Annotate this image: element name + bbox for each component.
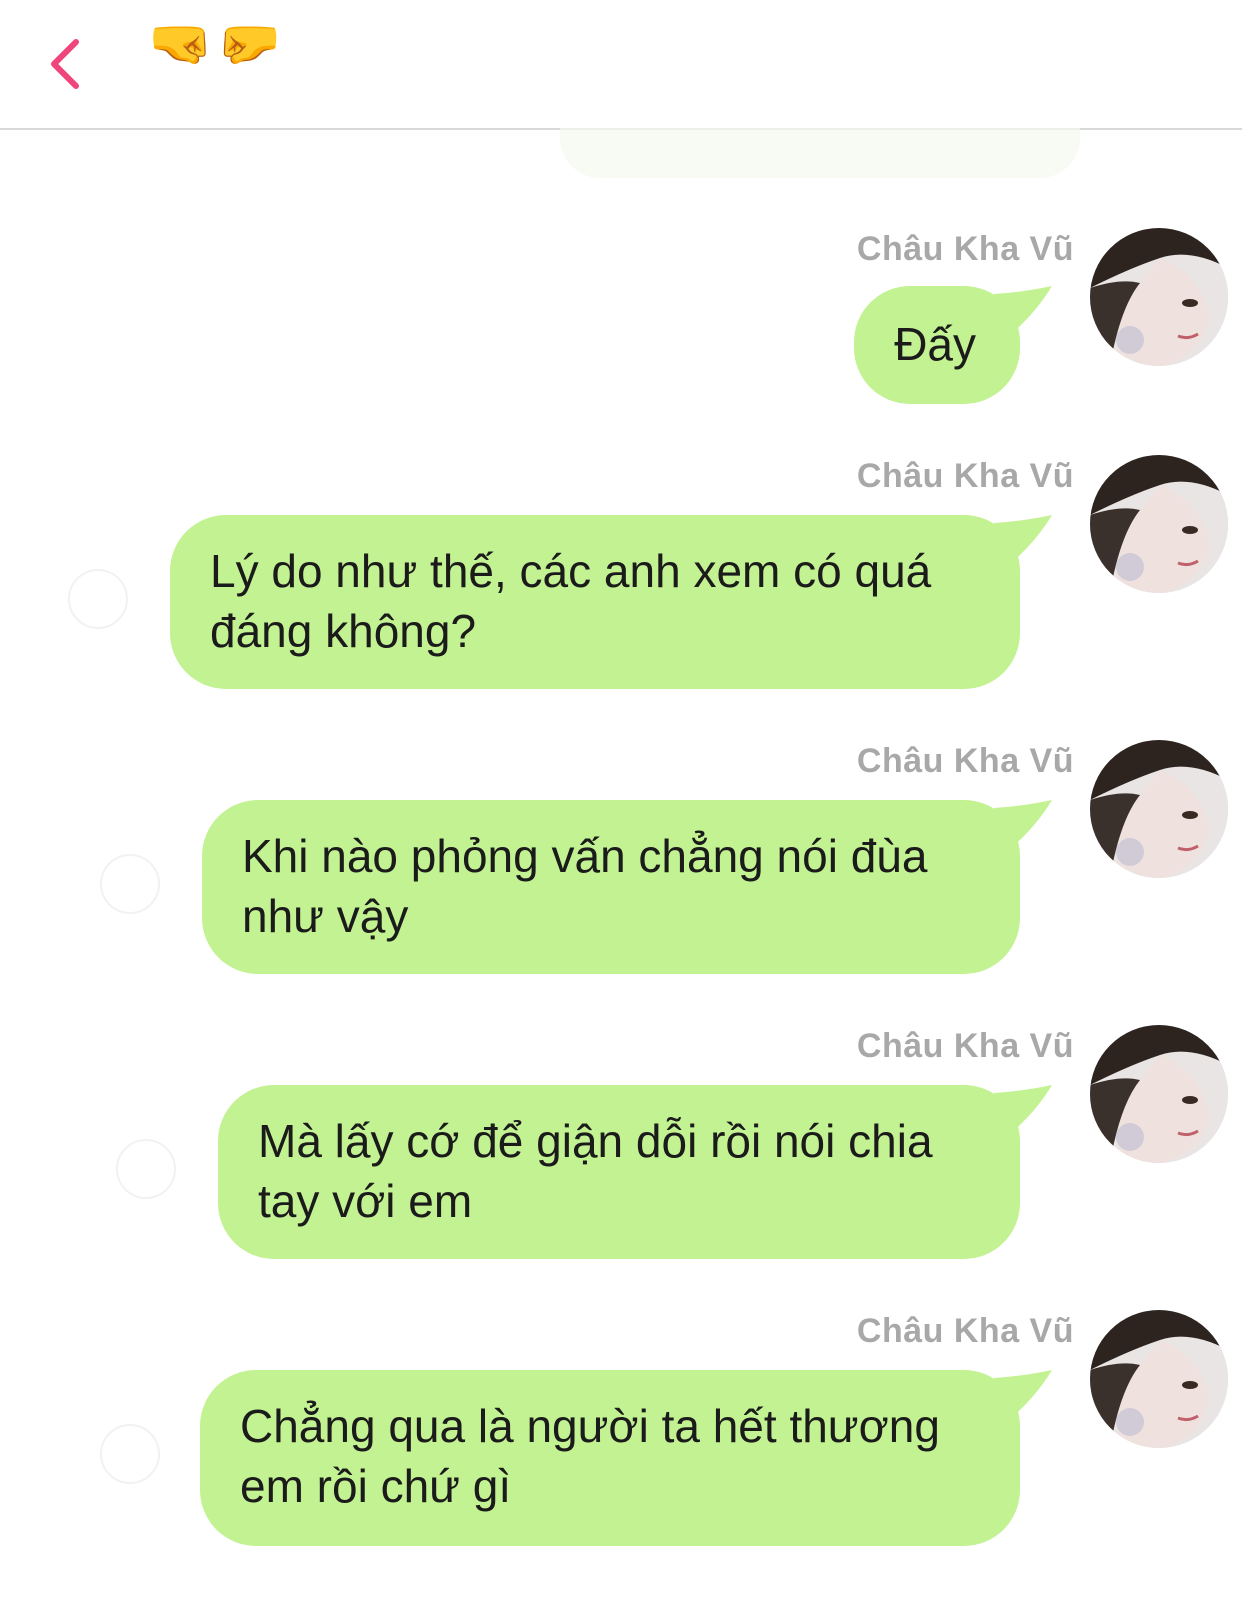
reaction-placeholder-icon [116, 1139, 176, 1199]
avatar[interactable] [1090, 1310, 1228, 1448]
message-bubble[interactable]: Khi nào phỏng vấn chẳng nói đùa như vậy [202, 800, 1052, 974]
chevron-left-icon [51, 39, 79, 89]
avatar[interactable] [1090, 1025, 1228, 1163]
sender-name: Châu Kha Vũ [856, 1312, 1074, 1350]
reaction-placeholder-icon [100, 854, 160, 914]
previous-message-fragment [560, 128, 1080, 178]
avatar[interactable] [1090, 228, 1228, 366]
message-bubble[interactable]: Lý do như thế, các anh xem có quá đáng k… [170, 515, 1052, 689]
avatar[interactable] [1090, 740, 1228, 878]
sender-name: Châu Kha Vũ [856, 457, 1074, 495]
sender-name: Châu Kha Vũ [856, 1027, 1074, 1065]
message-text: Lý do như thế, các anh xem có quá đáng k… [210, 545, 932, 657]
message-text: Chẳng qua là người ta hết thương em rồi … [240, 1400, 940, 1512]
message-text: Khi nào phỏng vấn chẳng nói đùa như vậy [242, 830, 928, 942]
chat-header: 🤜🤛 [0, 0, 1242, 130]
reaction-placeholder-icon [100, 1424, 160, 1484]
sender-name: Châu Kha Vũ [856, 230, 1074, 268]
message-bubble[interactable]: Chẳng qua là người ta hết thương em rồi … [200, 1370, 1052, 1546]
back-button[interactable] [40, 34, 96, 94]
message-bubble[interactable]: Đấy [854, 286, 1052, 404]
message-bubble[interactable]: Mà lấy cớ để giận dỗi rồi nói chia tay v… [218, 1085, 1052, 1259]
message-text: Đấy [894, 318, 976, 370]
message-text: Mà lấy cớ để giận dỗi rồi nói chia tay v… [258, 1115, 933, 1227]
sender-name: Châu Kha Vũ [856, 742, 1074, 780]
chat-title-emoji: 🤜🤛 [148, 15, 286, 73]
reaction-placeholder-icon [68, 569, 128, 629]
avatar[interactable] [1090, 455, 1228, 593]
